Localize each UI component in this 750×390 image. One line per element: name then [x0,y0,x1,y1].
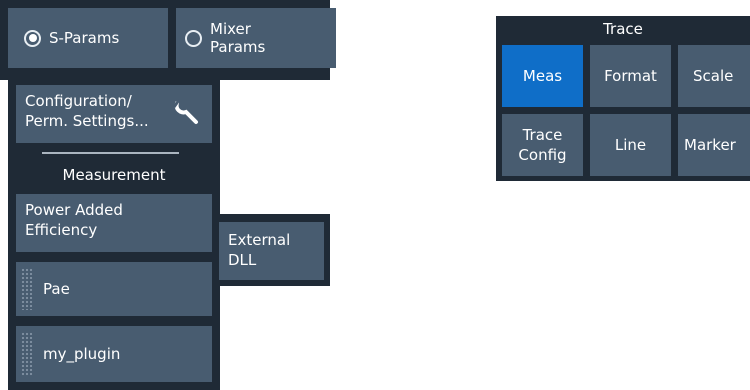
configuration-button[interactable]: Configuration/ Perm. Settings... [16,85,212,143]
wrench-icon [172,99,198,124]
mixer-params-label: Mixer Params [210,20,266,56]
trace-panel-title: Trace [603,20,643,38]
measurement-section-title: Measurement [62,166,166,184]
drag-handle-icon[interactable] [21,268,33,310]
power-added-efficiency-button[interactable]: Power Added Efficiency [16,194,212,252]
format-button[interactable]: Format [590,45,671,107]
line-button[interactable]: Line [590,114,671,176]
scale-button[interactable]: Scale [678,45,750,107]
meas-button[interactable]: Meas [502,45,583,107]
marker-button[interactable]: Marker [678,114,750,176]
external-dll-button[interactable]: External DLL [219,222,324,280]
my-plugin-label: my_plugin [43,345,121,363]
my-plugin-button[interactable]: my_plugin [16,326,212,382]
mixer-params-radio[interactable]: Mixer Params [176,8,336,68]
pae-plugin-button[interactable]: Pae [16,262,212,316]
s-params-radio[interactable]: S-Params [8,8,168,68]
radio-unselected-icon [185,29,202,47]
trace-config-button[interactable]: Trace Config [502,114,583,176]
power-added-efficiency-label: Power Added Efficiency [25,201,123,239]
pae-label: Pae [43,280,70,298]
drag-handle-icon[interactable] [21,332,33,376]
s-params-label: S-Params [49,29,120,47]
radio-selected-icon [24,29,41,47]
section-divider [42,152,179,154]
